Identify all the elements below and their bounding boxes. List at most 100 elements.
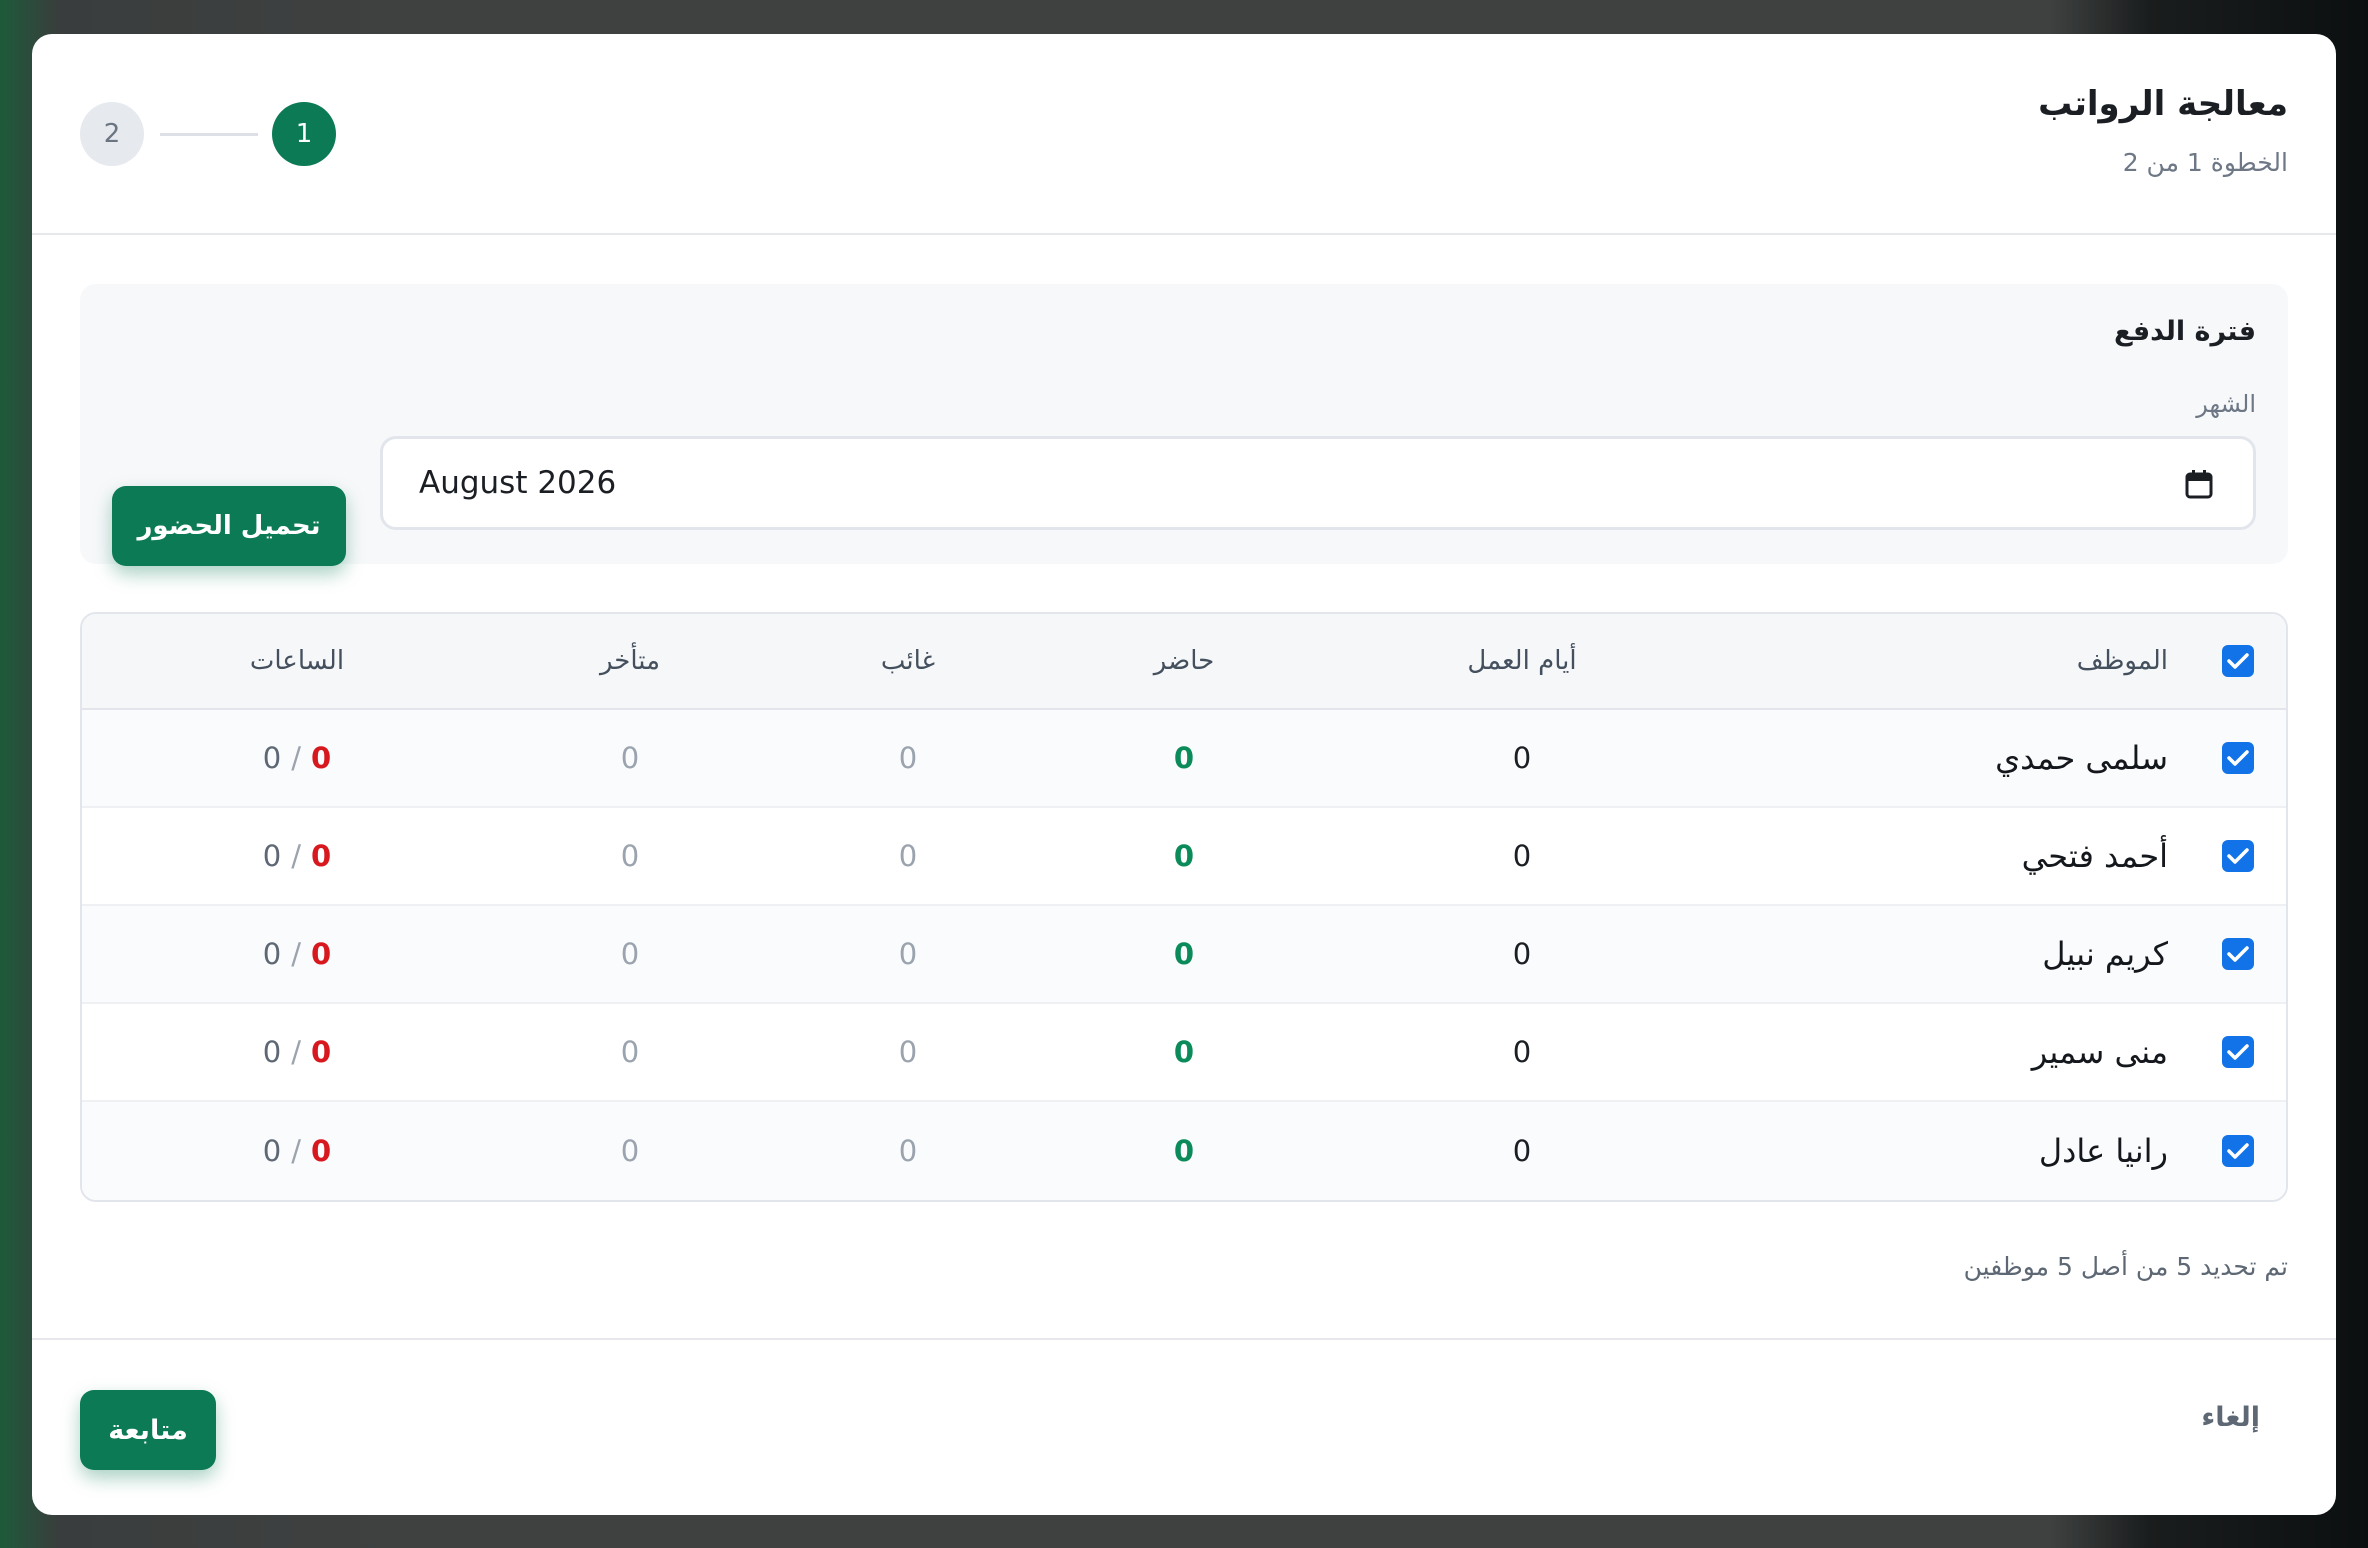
hours-total: 0 <box>262 937 282 971</box>
absent-value: 0 <box>898 839 918 873</box>
column-header-present: حاضر <box>1153 646 1215 676</box>
present-value: 0 <box>1173 1134 1195 1168</box>
pay-period-section: فترة الدفع الشهر August 2026 تحميل الحضو… <box>80 284 2288 566</box>
absent-value: 0 <box>898 1134 918 1168</box>
present-value: 0 <box>1173 839 1195 873</box>
row-check-cell <box>2190 906 2286 1002</box>
employee-name: سلمى حمدي <box>1995 739 2168 777</box>
check-icon <box>2227 1143 2249 1159</box>
hours-worked: 0 <box>311 1035 332 1069</box>
modal-header: معالجة الرواتب الخطوة 1 من 2 2 1 <box>32 34 2336 235</box>
hours-separator: / <box>291 1035 302 1069</box>
work-days-value: 0 <box>1512 1035 1532 1069</box>
hours-separator: / <box>291 1134 302 1168</box>
present-value: 0 <box>1173 937 1195 971</box>
table-row: أحمد فتحي 0 0 0 0 0 / 0 <box>82 808 2286 906</box>
step-indicator-text: الخطوة 1 من 2 <box>2122 148 2288 177</box>
hours-cell: 0 / 0 <box>212 906 382 1002</box>
late-value: 0 <box>620 1035 640 1069</box>
modal-title: معالجة الرواتب <box>2038 84 2288 124</box>
check-icon <box>2227 1044 2249 1060</box>
absent-value: 0 <box>898 937 918 971</box>
work-days-value: 0 <box>1512 741 1532 775</box>
hours-cell: 0 / 0 <box>212 1004 382 1100</box>
select-all-checkbox[interactable] <box>2222 645 2254 677</box>
column-header-employee: الموظف <box>2076 646 2168 676</box>
table-row: رانيا عادل 0 0 0 0 0 / 0 <box>82 1102 2286 1200</box>
cancel-button[interactable]: إلغاء <box>2201 1402 2260 1433</box>
modal-footer: إلغاء متابعة <box>32 1338 2336 1515</box>
step-1-circle: 1 <box>272 102 336 166</box>
load-attendance-button[interactable]: تحميل الحضور <box>112 486 346 566</box>
late-value: 0 <box>620 839 640 873</box>
employee-name: منى سمير <box>2031 1033 2168 1071</box>
hours-total: 0 <box>262 1134 282 1168</box>
present-value: 0 <box>1173 1035 1195 1069</box>
table-row: منى سمير 0 0 0 0 0 / 0 <box>82 1004 2286 1102</box>
late-value: 0 <box>620 741 640 775</box>
payroll-modal: معالجة الرواتب الخطوة 1 من 2 2 1 فترة ال… <box>32 34 2336 1515</box>
month-label: الشهر <box>2196 390 2256 418</box>
table-row: كريم نبيل 0 0 0 0 0 / 0 <box>82 906 2286 1004</box>
present-value: 0 <box>1173 741 1195 775</box>
row-checkbox[interactable] <box>2222 1135 2254 1167</box>
selection-summary: تم تحديد 5 من أصل 5 موظفين <box>1963 1252 2288 1281</box>
column-header-work-days: أيام العمل <box>1467 646 1577 676</box>
hours-separator: / <box>291 937 302 971</box>
hours-separator: / <box>291 741 302 775</box>
employee-name: أحمد فتحي <box>2021 837 2168 875</box>
hours-separator: / <box>291 839 302 873</box>
check-icon <box>2227 750 2249 766</box>
table-header: الموظف أيام العمل حاضر غائب متأخر الساعا… <box>82 614 2286 710</box>
row-check-cell <box>2190 710 2286 806</box>
hours-total: 0 <box>262 741 282 775</box>
work-days-value: 0 <box>1512 937 1532 971</box>
hours-worked: 0 <box>311 1134 332 1168</box>
absent-value: 0 <box>898 1035 918 1069</box>
row-checkbox[interactable] <box>2222 742 2254 774</box>
row-check-cell <box>2190 808 2286 904</box>
stepper: 2 1 <box>80 102 336 166</box>
employee-name-cell: منى سمير <box>1608 1004 2168 1100</box>
employee-name-cell: كريم نبيل <box>1608 906 2168 1002</box>
check-icon <box>2227 848 2249 864</box>
hours-cell: 0 / 0 <box>212 1102 382 1200</box>
stepper-connector <box>160 133 258 136</box>
absent-value: 0 <box>898 741 918 775</box>
row-checkbox[interactable] <box>2222 1036 2254 1068</box>
row-check-cell <box>2190 1102 2286 1200</box>
check-icon <box>2227 653 2249 669</box>
column-header-late: متأخر <box>599 646 661 676</box>
employee-name: كريم نبيل <box>2042 935 2168 973</box>
row-checkbox[interactable] <box>2222 938 2254 970</box>
employee-name-cell: رانيا عادل <box>1608 1102 2168 1200</box>
employees-table: الموظف أيام العمل حاضر غائب متأخر الساعا… <box>80 612 2288 1202</box>
row-checkbox[interactable] <box>2222 840 2254 872</box>
month-input-value: August 2026 <box>419 465 617 501</box>
employee-name: رانيا عادل <box>2038 1132 2168 1170</box>
select-all-cell <box>2190 614 2286 708</box>
employee-name-cell: سلمى حمدي <box>1608 710 2168 806</box>
column-header-absent: غائب <box>880 646 936 676</box>
step-2-circle: 2 <box>80 102 144 166</box>
continue-button[interactable]: متابعة <box>80 1390 216 1470</box>
hours-worked: 0 <box>311 937 332 971</box>
month-input[interactable]: August 2026 <box>380 436 2256 530</box>
table-row: سلمى حمدي 0 0 0 0 0 / 0 <box>82 710 2286 808</box>
column-header-hours: الساعات <box>249 646 345 676</box>
hours-cell: 0 / 0 <box>212 710 382 806</box>
work-days-value: 0 <box>1512 1134 1532 1168</box>
calendar-icon[interactable] <box>2185 469 2213 499</box>
late-value: 0 <box>620 1134 640 1168</box>
pay-period-title: فترة الدفع <box>2114 316 2256 347</box>
check-icon <box>2227 946 2249 962</box>
hours-worked: 0 <box>311 839 332 873</box>
hours-total: 0 <box>262 839 282 873</box>
hours-cell: 0 / 0 <box>212 808 382 904</box>
work-days-value: 0 <box>1512 839 1532 873</box>
hours-worked: 0 <box>311 741 332 775</box>
hours-total: 0 <box>262 1035 282 1069</box>
employee-name-cell: أحمد فتحي <box>1608 808 2168 904</box>
row-check-cell <box>2190 1004 2286 1100</box>
late-value: 0 <box>620 937 640 971</box>
